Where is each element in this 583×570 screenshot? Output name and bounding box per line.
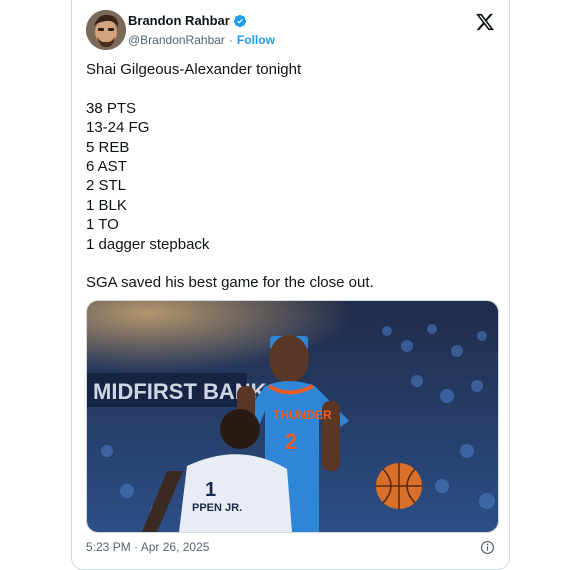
author-display-name[interactable]: Brandon Rahbar xyxy=(128,13,230,28)
author-name-row: Brandon Rahbar xyxy=(128,13,247,28)
tweet-card: Brandon Rahbar @BrandonRahbar · Follow S… xyxy=(71,0,510,570)
jersey-number-text: 2 xyxy=(285,429,297,454)
tweet-closing: SGA saved his best game for the close ou… xyxy=(86,274,374,292)
stat-line: 38 PTS xyxy=(86,99,137,117)
tweet-timestamp[interactable]: 5:23 PM · Apr 26, 2025 xyxy=(86,540,209,554)
avatar[interactable] xyxy=(86,10,126,50)
stat-line: 5 REB xyxy=(86,138,130,156)
tweet-photo[interactable]: MIDFIRST BANK THUNDER 2 1 PPEN JR. xyxy=(86,300,499,533)
basketball-photo: MIDFIRST BANK THUNDER 2 1 PPEN JR. xyxy=(87,301,498,532)
stat-line: 6 AST xyxy=(86,158,127,176)
stat-line: 1 TO xyxy=(86,216,119,234)
separator-dot: · xyxy=(228,33,233,47)
follow-button[interactable]: Follow xyxy=(237,33,275,47)
stat-line: 13-24 FG xyxy=(86,119,150,137)
stat-line: 1 BLK xyxy=(86,196,127,214)
defender-name-text: PPEN JR. xyxy=(192,502,242,514)
stat-line: 1 dagger stepback xyxy=(86,235,210,253)
jersey-team-text: THUNDER xyxy=(273,408,332,422)
verified-badge-icon xyxy=(233,14,246,27)
tweet-text: Shai Gilgeous-Alexander tonight 38 PTS 1… xyxy=(86,60,496,293)
author-handle-row: @BrandonRahbar · Follow xyxy=(128,33,275,47)
defender-number-text: 1 xyxy=(205,479,216,501)
author-handle[interactable]: @BrandonRahbar xyxy=(128,33,225,47)
tweet-headline: Shai Gilgeous-Alexander tonight xyxy=(86,61,302,78)
x-logo-icon[interactable] xyxy=(475,12,495,32)
info-icon[interactable] xyxy=(480,540,495,555)
stat-line: 2 STL xyxy=(86,177,127,195)
